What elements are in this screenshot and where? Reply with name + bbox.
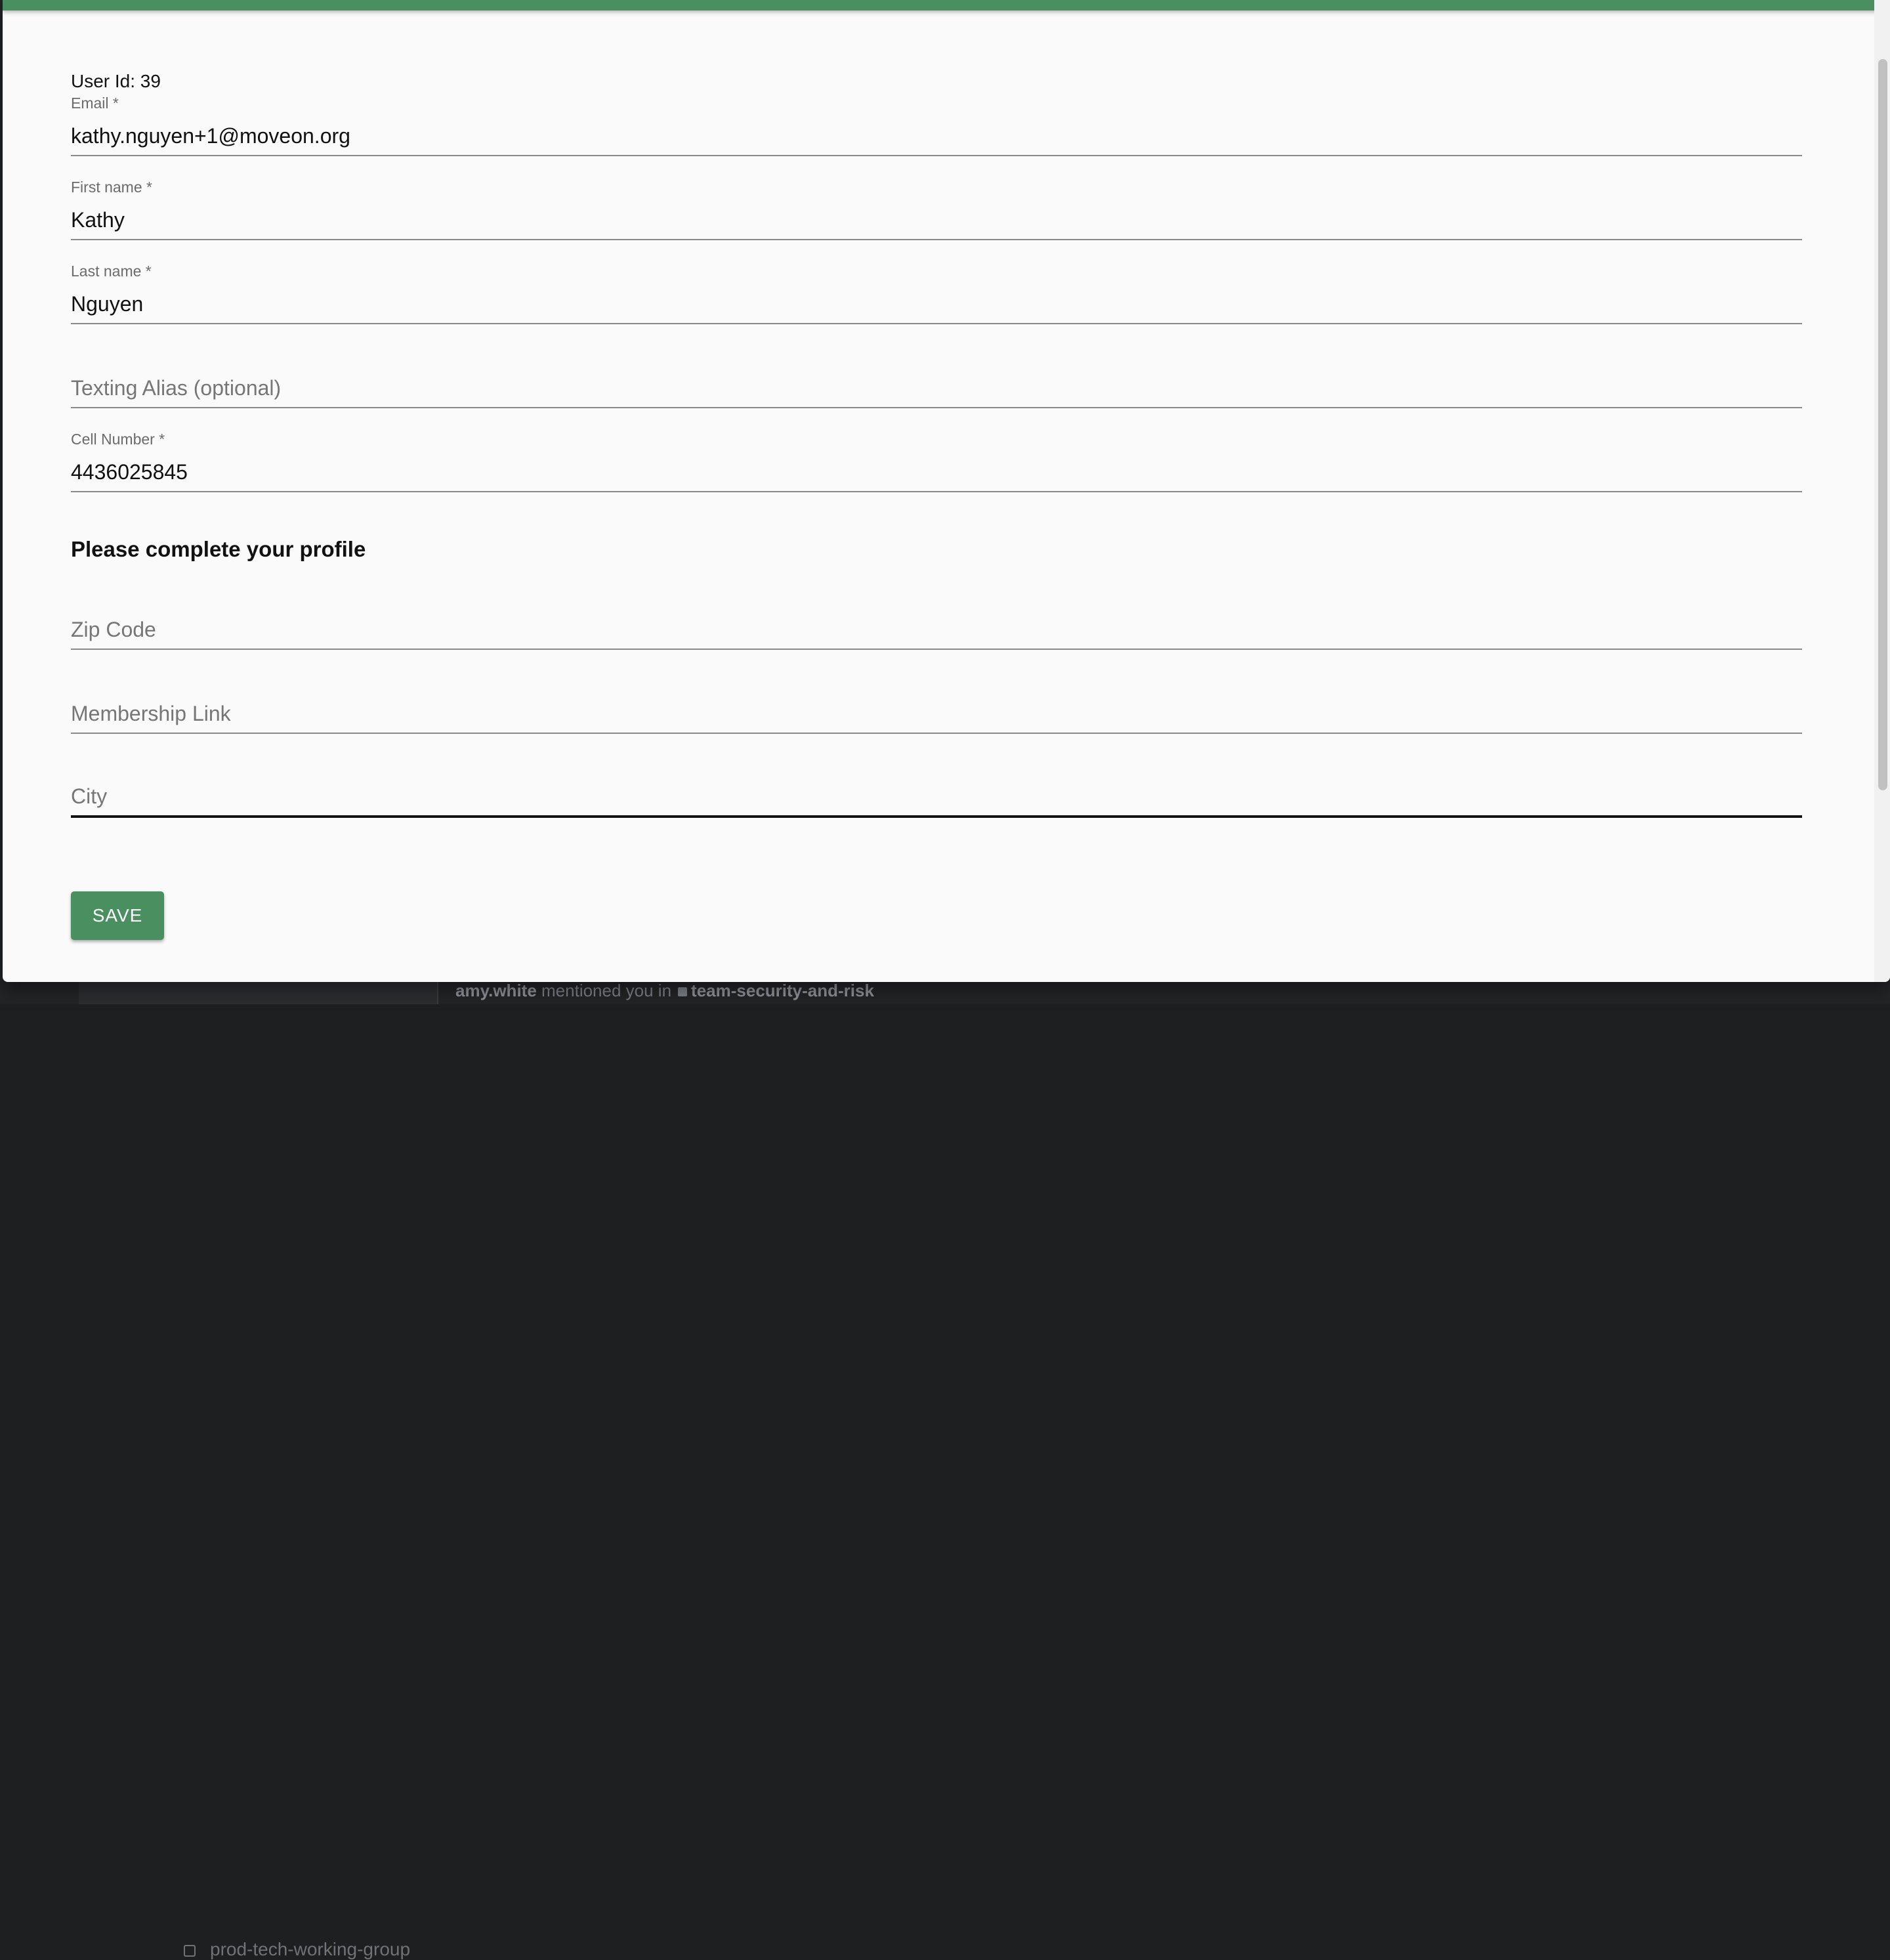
last-name-field: Last name *: [71, 261, 1802, 324]
zip-code-input[interactable]: [71, 618, 1802, 642]
first-name-field: First name *: [71, 177, 1802, 240]
cell-number-input[interactable]: [71, 460, 1802, 484]
lock-icon: [678, 987, 688, 997]
notification-text: mentioned you in: [541, 981, 672, 1000]
texting-alias-input[interactable]: [71, 376, 1802, 400]
user-id-label: User Id: 39: [71, 71, 161, 91]
background-notification: amy.white mentioned you in team-security-…: [455, 981, 874, 1001]
city-input[interactable]: [71, 784, 1802, 809]
profile-section-heading: Please complete your profile: [71, 537, 366, 561]
cell-number-field-label: Cell Number *: [71, 431, 165, 448]
scrollbar-thumb[interactable]: [1878, 59, 1887, 790]
email-field: Email *: [71, 93, 1802, 156]
user-edit-dialog: User Id: 39 Email * First name * Last na…: [3, 0, 1890, 982]
background-channel-label: prod-tech-working-group: [210, 1939, 411, 1959]
notification-user: amy.white: [455, 981, 537, 1000]
texting-alias-field: [71, 345, 1802, 408]
last-name-field-label: Last name *: [71, 263, 152, 280]
background-channel-item: prod-tech-working-group: [184, 1939, 410, 1960]
dialog-accent-bar: [3, 0, 1890, 11]
membership-link-field: [71, 671, 1802, 734]
city-field: [71, 755, 1802, 818]
membership-link-input[interactable]: [71, 702, 1802, 726]
cell-number-field: Cell Number *: [71, 429, 1802, 492]
email-input[interactable]: [71, 124, 1802, 148]
first-name-input[interactable]: [71, 208, 1802, 232]
save-button[interactable]: SAVE: [71, 891, 164, 940]
first-name-field-label: First name *: [71, 179, 152, 196]
zip-code-field: [71, 587, 1802, 650]
notification-channel: team-security-and-risk: [691, 981, 874, 1000]
last-name-input[interactable]: [71, 292, 1802, 316]
checkbox-icon: [184, 1944, 196, 1957]
email-field-label: Email *: [71, 95, 119, 112]
scrollbar-track[interactable]: [1874, 0, 1890, 982]
